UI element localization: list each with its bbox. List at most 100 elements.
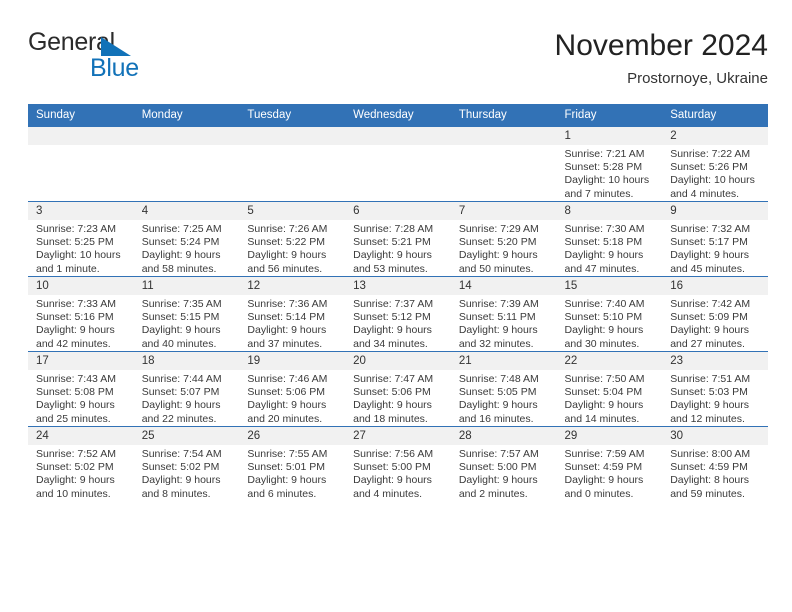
day-number: 15 — [556, 277, 663, 295]
calendar-cell-day-14[interactable]: 14 Sunrise: 7:39 AM Sunset: 5:11 PM Dayligh… — [450, 276, 557, 352]
calendar-cell-day-18[interactable]: 18 Sunrise: 7:44 AM Sunset: 5:07 PM Dayligh… — [133, 351, 240, 427]
day-detail-line: Sunset: 4:59 PM — [564, 461, 643, 474]
day-number: 29 — [556, 427, 663, 445]
day-number: 12 — [239, 277, 346, 295]
day-detail-line: Sunrise: 7:37 AM — [353, 298, 434, 310]
day-detail-line: and 4 minutes. — [353, 487, 422, 500]
day-detail-line: Sunrise: 7:40 AM — [564, 298, 645, 310]
day-details: Sunrise: 7:28 AM Sunset: 5:21 PM Daylight:… — [345, 220, 451, 276]
day-detail-line: Sunrise: 7:50 AM — [564, 373, 645, 385]
day-details: Sunrise: 7:35 AM Sunset: 5:15 PM Daylight:… — [134, 295, 240, 351]
day-detail-line: Sunrise: 7:56 AM — [353, 448, 434, 460]
day-detail-line: Sunset: 5:26 PM — [670, 161, 748, 174]
day-detail-line: Daylight: 9 hours — [564, 399, 644, 412]
day-detail-line: and 42 minutes. — [36, 337, 111, 350]
calendar-cell-day-17[interactable]: 17 Sunrise: 7:43 AM Sunset: 5:08 PM Dayligh… — [28, 351, 134, 427]
day-details: Sunrise: 7:40 AM Sunset: 5:10 PM Daylight:… — [557, 295, 663, 351]
day-detail-line: Sunset: 5:14 PM — [247, 311, 326, 324]
calendar-cell-day-24[interactable]: 24 Sunrise: 7:52 AM Sunset: 5:02 PM Dayligh… — [28, 426, 134, 501]
day-detail-line: Daylight: 9 hours — [247, 474, 327, 487]
day-box: 11 Sunrise: 7:35 AM Sunset: 5:15 PM Dayligh… — [133, 277, 240, 351]
day-detail-line: Sunset: 5:04 PM — [564, 386, 643, 399]
day-detail-line: Sunset: 5:28 PM — [564, 161, 643, 174]
day-number: 21 — [450, 352, 557, 370]
day-number: 28 — [450, 427, 557, 445]
day-number — [239, 127, 346, 145]
day-detail-line: Daylight: 9 hours — [36, 399, 115, 412]
day-detail-line: and 14 minutes. — [564, 412, 640, 425]
calendar-cell-day-15[interactable]: 15 Sunrise: 7:40 AM Sunset: 5:10 PM Dayligh… — [556, 276, 663, 352]
day-detail-line: Daylight: 9 hours — [353, 249, 432, 262]
sunrise-sunset-calendar: Sunday Monday Tuesday Wednesday Thursday Frid… — [28, 104, 768, 501]
calendar-cell-day-9[interactable]: 9 Sunrise: 7:32 AM Sunset: 5:17 PM Daylight… — [662, 201, 768, 277]
day-details: Sunrise: 7:44 AM Sunset: 5:07 PM Daylight:… — [134, 370, 240, 426]
day-box: 29 Sunrise: 7:59 AM Sunset: 4:59 PM Dayligh… — [556, 427, 663, 501]
day-detail-line: Sunrise: 7:43 AM — [36, 373, 116, 385]
calendar-cell-day-13[interactable]: 13 Sunrise: 7:37 AM Sunset: 5:12 PM Dayligh… — [345, 276, 451, 352]
day-number — [450, 127, 557, 145]
day-details: Sunrise: 7:52 AM Sunset: 5:02 PM Daylight:… — [28, 445, 134, 501]
calendar-cell-day-7[interactable]: 7 Sunrise: 7:29 AM Sunset: 5:20 PM Daylight… — [450, 201, 557, 277]
day-detail-line: and 6 minutes. — [247, 487, 317, 500]
day-details: Sunrise: 7:43 AM Sunset: 5:08 PM Daylight:… — [28, 370, 134, 426]
calendar-cell-day-8[interactable]: 8 Sunrise: 7:30 AM Sunset: 5:18 PM Daylight… — [556, 201, 663, 277]
day-number: 19 — [239, 352, 346, 370]
calendar-cell-day-20[interactable]: 20 Sunrise: 7:47 AM Sunset: 5:06 PM Dayligh… — [345, 351, 451, 427]
calendar-week-row: 24 Sunrise: 7:52 AM Sunset: 5:02 PM Dayligh… — [28, 426, 768, 501]
day-box: 9 Sunrise: 7:32 AM Sunset: 5:17 PM Daylight… — [662, 202, 768, 276]
calendar-cell-day-28[interactable]: 28 Sunrise: 7:57 AM Sunset: 5:00 PM Dayligh… — [450, 426, 557, 501]
day-detail-line: Sunset: 4:59 PM — [670, 461, 748, 474]
weekday-header-monday: Monday — [133, 104, 240, 127]
day-detail-line: Daylight: 9 hours — [141, 249, 221, 262]
calendar-cell-day-30[interactable]: 30 Sunrise: 8:00 AM Sunset: 4:59 PM Dayligh… — [662, 426, 768, 501]
day-detail-line: Daylight: 9 hours — [564, 249, 644, 262]
day-number: 18 — [133, 352, 240, 370]
day-details: Sunrise: 7:59 AM Sunset: 4:59 PM Daylight:… — [557, 445, 663, 501]
calendar-cell-day-21[interactable]: 21 Sunrise: 7:48 AM Sunset: 5:05 PM Dayligh… — [450, 351, 557, 427]
day-detail-line: and 2 minutes. — [458, 487, 528, 500]
day-number: 17 — [28, 352, 134, 370]
day-number: 26 — [239, 427, 346, 445]
day-detail-line: Daylight: 9 hours — [670, 399, 750, 412]
calendar-cell-day-22[interactable]: 22 Sunrise: 7:50 AM Sunset: 5:04 PM Dayligh… — [556, 351, 663, 427]
calendar-cell-day-1[interactable]: 1 Sunrise: 7:21 AM Sunset: 5:28 PM Daylight… — [556, 127, 663, 202]
calendar-cell-day-12[interactable]: 12 Sunrise: 7:36 AM Sunset: 5:14 PM Dayligh… — [239, 276, 346, 352]
calendar-cell-empty — [450, 127, 557, 202]
calendar-cell-day-27[interactable]: 27 Sunrise: 7:56 AM Sunset: 5:00 PM Dayligh… — [345, 426, 451, 501]
day-details: Sunrise: 7:51 AM Sunset: 5:03 PM Daylight:… — [662, 370, 768, 426]
day-detail-line: Sunrise: 7:32 AM — [670, 223, 751, 235]
calendar-cell-day-29[interactable]: 29 Sunrise: 7:59 AM Sunset: 4:59 PM Dayligh… — [556, 426, 663, 501]
day-detail-line: Sunrise: 8:00 AM — [670, 448, 751, 460]
calendar-cell-day-25[interactable]: 25 Sunrise: 7:54 AM Sunset: 5:02 PM Dayligh… — [133, 426, 240, 501]
day-detail-line: Daylight: 9 hours — [141, 399, 221, 412]
day-number: 24 — [28, 427, 134, 445]
calendar-cell-day-4[interactable]: 4 Sunrise: 7:25 AM Sunset: 5:24 PM Daylight… — [133, 201, 240, 277]
day-box: 3 Sunrise: 7:23 AM Sunset: 5:25 PM Daylight… — [28, 202, 134, 276]
calendar-cell-day-10[interactable]: 10 Sunrise: 7:33 AM Sunset: 5:16 PM Dayligh… — [28, 276, 134, 352]
calendar-cell-day-19[interactable]: 19 Sunrise: 7:46 AM Sunset: 5:06 PM Dayligh… — [239, 351, 346, 427]
day-detail-line: Sunset: 5:20 PM — [458, 236, 537, 249]
calendar-cell-empty — [133, 127, 240, 202]
calendar-cell-day-23[interactable]: 23 Sunrise: 7:51 AM Sunset: 5:03 PM Dayligh… — [662, 351, 768, 427]
weekday-header-saturday: Saturday — [662, 104, 768, 127]
calendar-cell-day-2[interactable]: 2 Sunrise: 7:22 AM Sunset: 5:26 PM Daylight… — [662, 127, 768, 202]
day-number: 6 — [345, 202, 451, 220]
day-detail-line: Sunset: 5:12 PM — [353, 311, 431, 324]
day-detail-line: and 32 minutes. — [458, 337, 534, 350]
day-detail-line: Sunrise: 7:54 AM — [141, 448, 222, 460]
calendar-cell-day-6[interactable]: 6 Sunrise: 7:28 AM Sunset: 5:21 PM Daylight… — [345, 201, 451, 277]
day-detail-line: Sunrise: 7:39 AM — [458, 298, 539, 310]
calendar-cell-day-11[interactable]: 11 Sunrise: 7:35 AM Sunset: 5:15 PM Dayligh… — [133, 276, 240, 352]
brand-logo[interactable]: General Blue — [28, 28, 228, 88]
calendar-week-row: 10 Sunrise: 7:33 AM Sunset: 5:16 PM Dayligh… — [28, 276, 768, 352]
day-box: 23 Sunrise: 7:51 AM Sunset: 5:03 PM Dayligh… — [662, 352, 768, 426]
day-detail-line: Sunrise: 7:47 AM — [353, 373, 434, 385]
weekday-headers: Sunday Monday Tuesday Wednesday Thursday Frid… — [28, 104, 768, 127]
day-details: Sunrise: 7:23 AM Sunset: 5:25 PM Daylight:… — [28, 220, 134, 276]
day-number — [133, 127, 240, 145]
calendar-cell-day-5[interactable]: 5 Sunrise: 7:26 AM Sunset: 5:22 PM Daylight… — [239, 201, 346, 277]
day-details — [345, 145, 451, 148]
calendar-cell-day-16[interactable]: 16 Sunrise: 7:42 AM Sunset: 5:09 PM Dayligh… — [662, 276, 768, 352]
calendar-cell-day-3[interactable]: 3 Sunrise: 7:23 AM Sunset: 5:25 PM Daylight… — [28, 201, 134, 277]
calendar-cell-day-26[interactable]: 26 Sunrise: 7:55 AM Sunset: 5:01 PM Dayligh… — [239, 426, 346, 501]
